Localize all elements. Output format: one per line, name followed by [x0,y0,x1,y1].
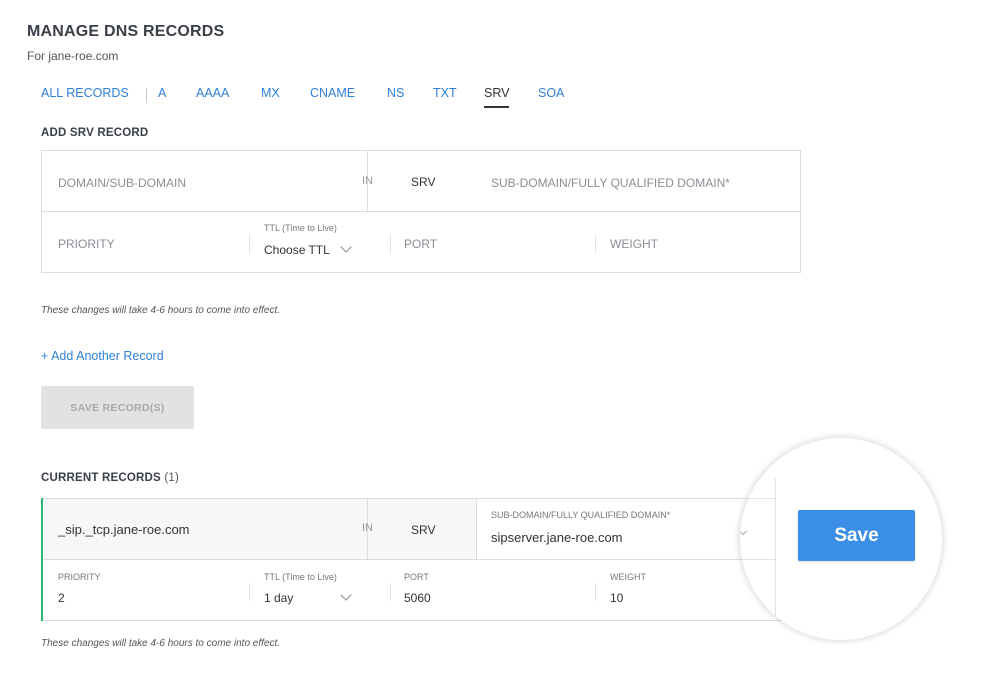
in-label: IN [362,522,373,534]
chevron-down-icon[interactable] [340,589,352,601]
page-title: MANAGE DNS RECORDS [27,23,225,40]
column-divider [249,235,250,253]
column-divider [249,583,250,601]
save-records-button[interactable]: SAVE RECORD(S) [41,386,194,429]
target-label: SUB-DOMAIN/FULLY QUALIFIED DOMAIN* [491,510,671,520]
active-tab-indicator [484,106,509,108]
tab-ns[interactable]: NS [387,86,404,100]
tab-srv[interactable]: SRV [484,86,509,100]
row-divider [42,211,800,212]
weight-label: WEIGHT [610,572,646,582]
current-records-title: CURRENT RECORDS (1) [41,472,179,484]
ttl-label: TTL (Time to Live) [264,572,337,582]
tab-txt[interactable]: TXT [433,86,457,100]
current-records-label: CURRENT RECORDS [41,472,161,484]
in-label: IN [362,175,373,187]
port-input[interactable]: PORT [404,237,437,251]
column-divider [390,235,391,253]
row-divider [42,559,798,560]
priority-input[interactable]: 2 [58,591,65,605]
tab-all-records[interactable]: ALL RECORDS [41,86,129,100]
chevron-down-icon[interactable] [340,241,352,253]
ttl-label: TTL (Time to Live) [264,223,337,233]
priority-input[interactable]: PRIORITY [58,237,115,251]
tab-mx[interactable]: MX [261,86,280,100]
record-domain: _sip._tcp.jane-roe.com [58,522,190,537]
page-subtitle: For jane-roe.com [27,49,119,63]
add-record-form: DOMAIN/SUB-DOMAIN IN SRV SUB-DOMAIN/FULL… [41,150,801,273]
domain-input[interactable]: DOMAIN/SUB-DOMAIN [58,176,186,190]
propagation-note: These changes will take 4-6 hours to com… [41,638,281,649]
port-input[interactable]: 5060 [404,591,431,605]
record-type-label: SRV [411,523,436,537]
target-input[interactable]: sipserver.jane-roe.com [491,530,623,545]
priority-label: PRIORITY [58,572,101,582]
column-divider [476,499,477,559]
column-divider [390,583,391,601]
tab-soa[interactable]: SOA [538,86,564,100]
ttl-select[interactable]: Choose TTL [264,243,330,257]
add-record-title: ADD SRV RECORD [41,127,149,139]
add-another-record-link[interactable]: + Add Another Record [41,349,164,363]
current-records-count: (1) [164,472,179,484]
ttl-select[interactable]: 1 day [264,591,293,605]
column-divider [595,583,596,601]
target-input[interactable]: SUB-DOMAIN/FULLY QUALIFIED DOMAIN* [491,176,730,190]
column-divider [595,235,596,253]
current-record-row: _sip._tcp.jane-roe.com IN SRV SUB-DOMAIN… [41,498,799,621]
save-button[interactable]: Save [798,510,915,561]
propagation-note: These changes will take 4-6 hours to com… [41,305,281,316]
tab-divider [146,88,147,103]
weight-input[interactable]: 10 [610,591,623,605]
weight-input[interactable]: WEIGHT [610,237,658,251]
port-label: PORT [404,572,429,582]
record-accent-bar [41,498,43,621]
tab-a[interactable]: A [158,86,166,100]
tab-aaaa[interactable]: AAAA [196,86,229,100]
chevron-down-icon [740,526,748,536]
record-type-label: SRV [411,175,436,189]
tab-cname[interactable]: CNAME [310,86,355,100]
